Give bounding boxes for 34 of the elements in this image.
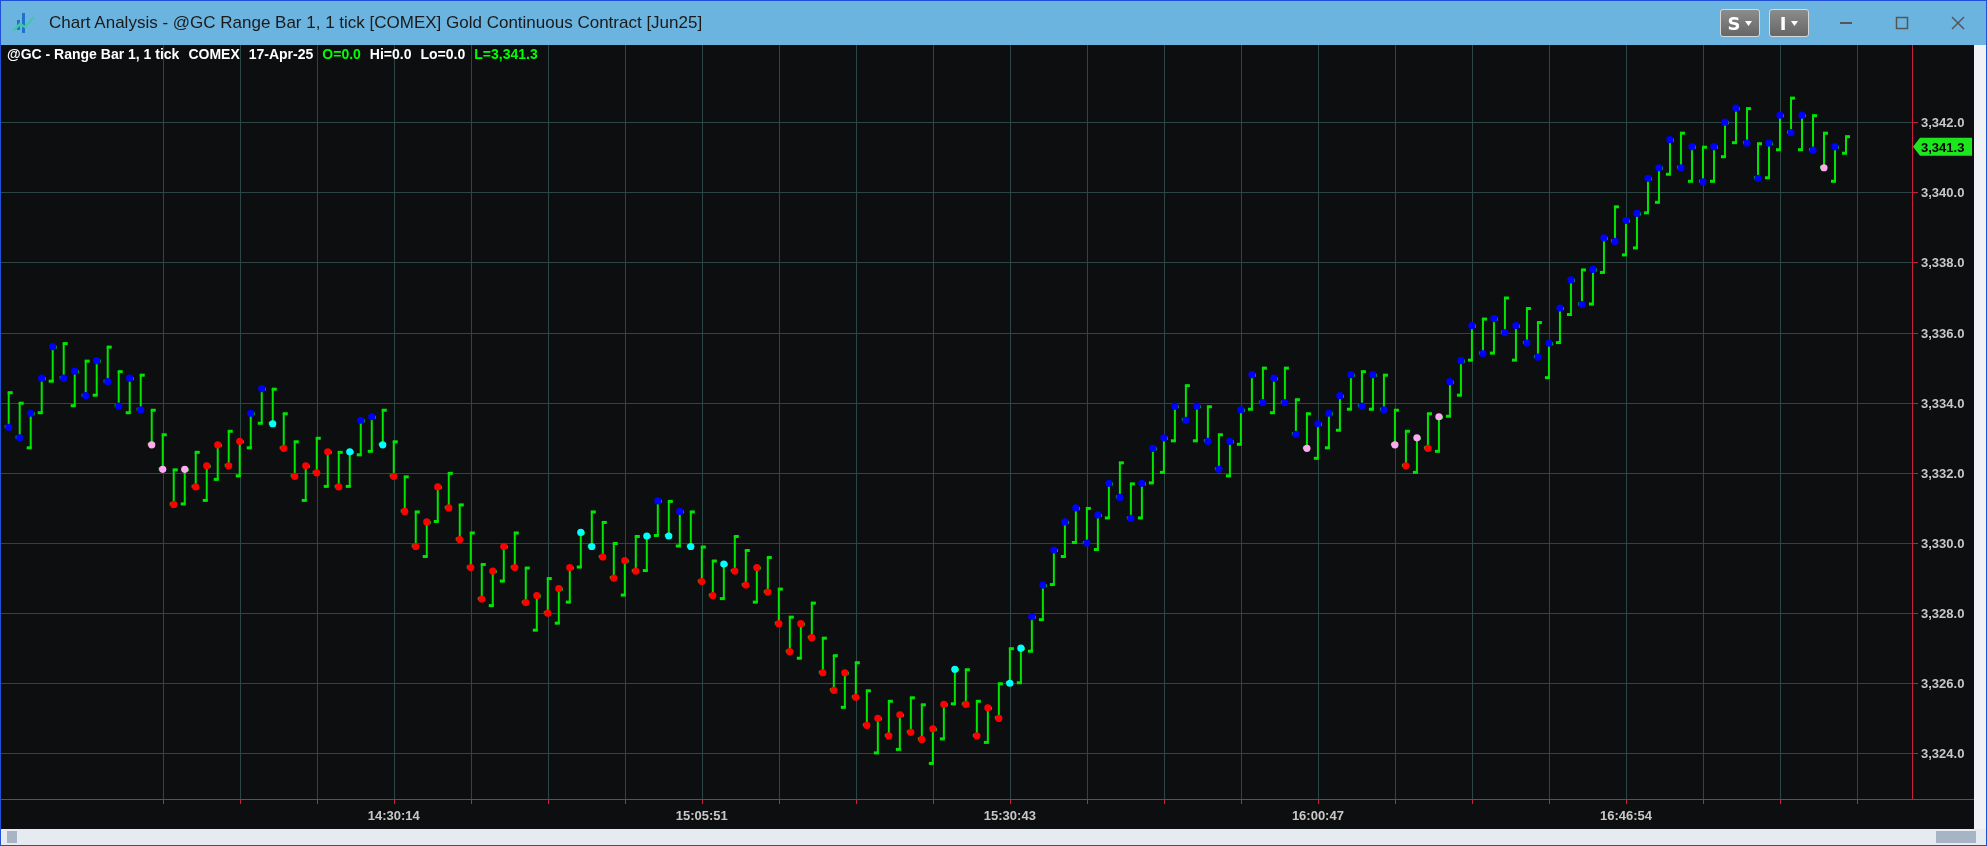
price-label: 3,338.0 [1921, 255, 1965, 271]
header-text: @GC - Range Bar 1, 1 tick [7, 46, 180, 62]
scroll-thumb[interactable] [1936, 831, 1976, 843]
window-title: Chart Analysis - @GC Range Bar 1, 1 tick [COMEX] Gold Continuous Contract [Jun25] [49, 13, 703, 33]
price-label: 3,332.0 [1921, 465, 1965, 481]
price-label: 3,342.0 [1921, 115, 1965, 131]
toolbar-button[interactable]: S [1720, 9, 1760, 37]
header-text: Lo=0.0 [420, 46, 466, 62]
price-label: 3,330.0 [1921, 536, 1965, 551]
header-text: L=3,341.3 [474, 46, 538, 62]
time-label: 15:05:51 [675, 808, 728, 823]
price-label: 3,326.0 [1921, 676, 1965, 692]
minimize-icon [1840, 22, 1852, 24]
price-label: 3,324.0 [1921, 746, 1965, 762]
chart-icon [13, 12, 35, 34]
maximize-icon [1895, 16, 1909, 30]
price-label: 3,334.0 [1921, 395, 1965, 411]
caret-icon [1791, 20, 1799, 26]
header-text: Hi=0.0 [369, 46, 412, 62]
price-label: 3,336.0 [1921, 325, 1965, 341]
time-label: 14:30:14 [367, 808, 420, 823]
scroll-thumb[interactable] [7, 831, 17, 843]
header-text: O=0.0 [322, 46, 361, 62]
header-text: COMEX [188, 46, 240, 62]
price-label: 3,328.0 [1921, 606, 1965, 622]
time-label: 16:46:54 [1599, 808, 1652, 823]
header-text: 17-Apr-25 [248, 46, 314, 62]
close-icon [1951, 16, 1965, 30]
time-label: 15:30:43 [983, 808, 1036, 823]
time-label: 16:00:47 [1291, 808, 1344, 823]
caret-icon [1745, 20, 1753, 26]
price-label: 3,340.0 [1921, 185, 1965, 201]
toolbar-button[interactable]: I [1769, 9, 1809, 37]
horizontal-scrollbar[interactable] [1, 829, 1986, 845]
